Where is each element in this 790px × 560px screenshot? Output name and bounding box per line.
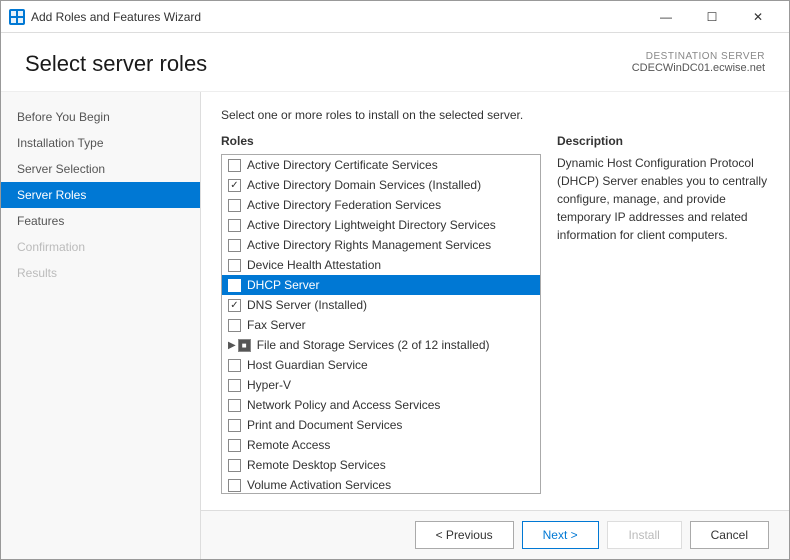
role-label-ad-federation: Active Directory Federation Services	[247, 198, 441, 212]
role-label-ad-rights: Active Directory Rights Management Servi…	[247, 238, 491, 252]
window-controls: — ☐ ✕	[643, 1, 781, 33]
checkbox-print-doc[interactable]	[228, 419, 241, 432]
role-label-device-health: Device Health Attestation	[247, 258, 381, 272]
role-label-ad-cert: Active Directory Certificate Services	[247, 158, 438, 172]
sidebar-item-confirmation: Confirmation	[1, 234, 200, 260]
checkbox-volume-activation[interactable]	[228, 479, 241, 492]
role-label-hyper-v: Hyper-V	[247, 378, 291, 392]
cancel-button[interactable]: Cancel	[690, 521, 769, 549]
sidebar-item-features[interactable]: Features	[1, 208, 200, 234]
role-label-fax: Fax Server	[247, 318, 306, 332]
content-area: Select server roles DESTINATION SERVER C…	[1, 33, 789, 559]
maximize-button[interactable]: ☐	[689, 1, 735, 33]
two-column-layout: Roles Active Directory Certificate Servi…	[221, 134, 769, 494]
previous-button[interactable]: < Previous	[415, 521, 514, 549]
role-item-network-policy[interactable]: Network Policy and Access Services	[222, 395, 540, 415]
checkbox-dns[interactable]	[228, 299, 241, 312]
checkbox-ad-federation[interactable]	[228, 199, 241, 212]
role-label-dhcp: DHCP Server	[247, 278, 319, 292]
checkbox-remote-access[interactable]	[228, 439, 241, 452]
sidebar-item-before-you-begin[interactable]: Before You Begin	[1, 104, 200, 130]
sidebar-item-server-selection[interactable]: Server Selection	[1, 156, 200, 182]
window-title: Add Roles and Features Wizard	[31, 10, 643, 24]
sidebar-item-results: Results	[1, 260, 200, 286]
role-item-host-guardian[interactable]: Host Guardian Service	[222, 355, 540, 375]
next-button[interactable]: Next >	[522, 521, 599, 549]
destination-server-name: CDECWinDC01.ecwise.net	[632, 62, 765, 74]
title-bar: Add Roles and Features Wizard — ☐ ✕	[1, 1, 789, 33]
destination-label: DESTINATION SERVER	[632, 51, 765, 62]
app-icon	[9, 9, 25, 25]
role-item-print-doc[interactable]: Print and Document Services	[222, 415, 540, 435]
page-title: Select server roles	[25, 51, 207, 77]
role-item-volume-activation[interactable]: Volume Activation Services	[222, 475, 540, 494]
panel-content: Select one or more roles to install on t…	[201, 92, 789, 510]
sidebar-item-installation-type[interactable]: Installation Type	[1, 130, 200, 156]
role-item-ad-rights[interactable]: Active Directory Rights Management Servi…	[222, 235, 540, 255]
role-item-ad-federation[interactable]: Active Directory Federation Services	[222, 195, 540, 215]
main-body: Before You Begin Installation Type Serve…	[1, 92, 789, 559]
checkbox-host-guardian[interactable]	[228, 359, 241, 372]
checkbox-ad-rights[interactable]	[228, 239, 241, 252]
expand-icon-file-storage: ▶	[228, 340, 236, 351]
role-label-remote-access: Remote Access	[247, 438, 330, 452]
role-item-hyper-v[interactable]: Hyper-V	[222, 375, 540, 395]
checkbox-fax[interactable]	[228, 319, 241, 332]
roles-label: Roles	[221, 134, 541, 148]
panel-description-text: Select one or more roles to install on t…	[221, 108, 769, 122]
role-label-dns: DNS Server (Installed)	[247, 298, 367, 312]
checkbox-dhcp[interactable]	[228, 279, 241, 292]
main-window: Add Roles and Features Wizard — ☐ ✕ Sele…	[0, 0, 790, 560]
destination-server-info: DESTINATION SERVER CDECWinDC01.ecwise.ne…	[632, 51, 765, 74]
role-item-device-health[interactable]: Device Health Attestation	[222, 255, 540, 275]
role-item-file-storage[interactable]: ▶ File and Storage Services (2 of 12 ins…	[222, 335, 540, 355]
right-panel: Select one or more roles to install on t…	[201, 92, 789, 559]
roles-list: Active Directory Certificate Services Ac…	[222, 155, 540, 494]
checkbox-hyper-v[interactable]	[228, 379, 241, 392]
role-label-host-guardian: Host Guardian Service	[247, 358, 368, 372]
role-label-ad-domain: Active Directory Domain Services (Instal…	[247, 178, 481, 192]
minimize-button[interactable]: —	[643, 1, 689, 33]
role-item-ad-lightweight[interactable]: Active Directory Lightweight Directory S…	[222, 215, 540, 235]
role-label-ad-lightweight: Active Directory Lightweight Directory S…	[247, 218, 496, 232]
close-button[interactable]: ✕	[735, 1, 781, 33]
footer: < Previous Next > Install Cancel	[201, 510, 789, 559]
role-label-volume-activation: Volume Activation Services	[247, 478, 391, 492]
description-body: Dynamic Host Configuration Protocol (DHC…	[557, 154, 769, 244]
role-label-print-doc: Print and Document Services	[247, 418, 402, 432]
roles-list-container[interactable]: Active Directory Certificate Services Ac…	[221, 154, 541, 494]
role-item-fax[interactable]: Fax Server	[222, 315, 540, 335]
sidebar: Before You Begin Installation Type Serve…	[1, 92, 201, 559]
header-section: Select server roles DESTINATION SERVER C…	[1, 33, 789, 92]
role-item-ad-domain[interactable]: Active Directory Domain Services (Instal…	[222, 175, 540, 195]
checkbox-ad-cert[interactable]	[228, 159, 241, 172]
role-label-file-storage: File and Storage Services (2 of 12 insta…	[257, 338, 490, 352]
role-label-remote-desktop: Remote Desktop Services	[247, 458, 386, 472]
sidebar-item-server-roles[interactable]: Server Roles	[1, 182, 200, 208]
checkbox-device-health[interactable]	[228, 259, 241, 272]
role-label-network-policy: Network Policy and Access Services	[247, 398, 440, 412]
roles-section: Roles Active Directory Certificate Servi…	[221, 134, 541, 494]
install-button: Install	[607, 521, 682, 549]
checkbox-network-policy[interactable]	[228, 399, 241, 412]
description-label: Description	[557, 134, 769, 148]
role-item-ad-cert[interactable]: Active Directory Certificate Services	[222, 155, 540, 175]
role-item-dns[interactable]: DNS Server (Installed)	[222, 295, 540, 315]
role-item-remote-desktop[interactable]: Remote Desktop Services	[222, 455, 540, 475]
checkbox-ad-lightweight[interactable]	[228, 219, 241, 232]
checkbox-remote-desktop[interactable]	[228, 459, 241, 472]
description-section: Description Dynamic Host Configuration P…	[557, 134, 769, 494]
checkbox-file-storage[interactable]	[238, 339, 251, 352]
role-item-remote-access[interactable]: Remote Access	[222, 435, 540, 455]
checkbox-ad-domain[interactable]	[228, 179, 241, 192]
role-item-dhcp[interactable]: DHCP Server	[222, 275, 540, 295]
